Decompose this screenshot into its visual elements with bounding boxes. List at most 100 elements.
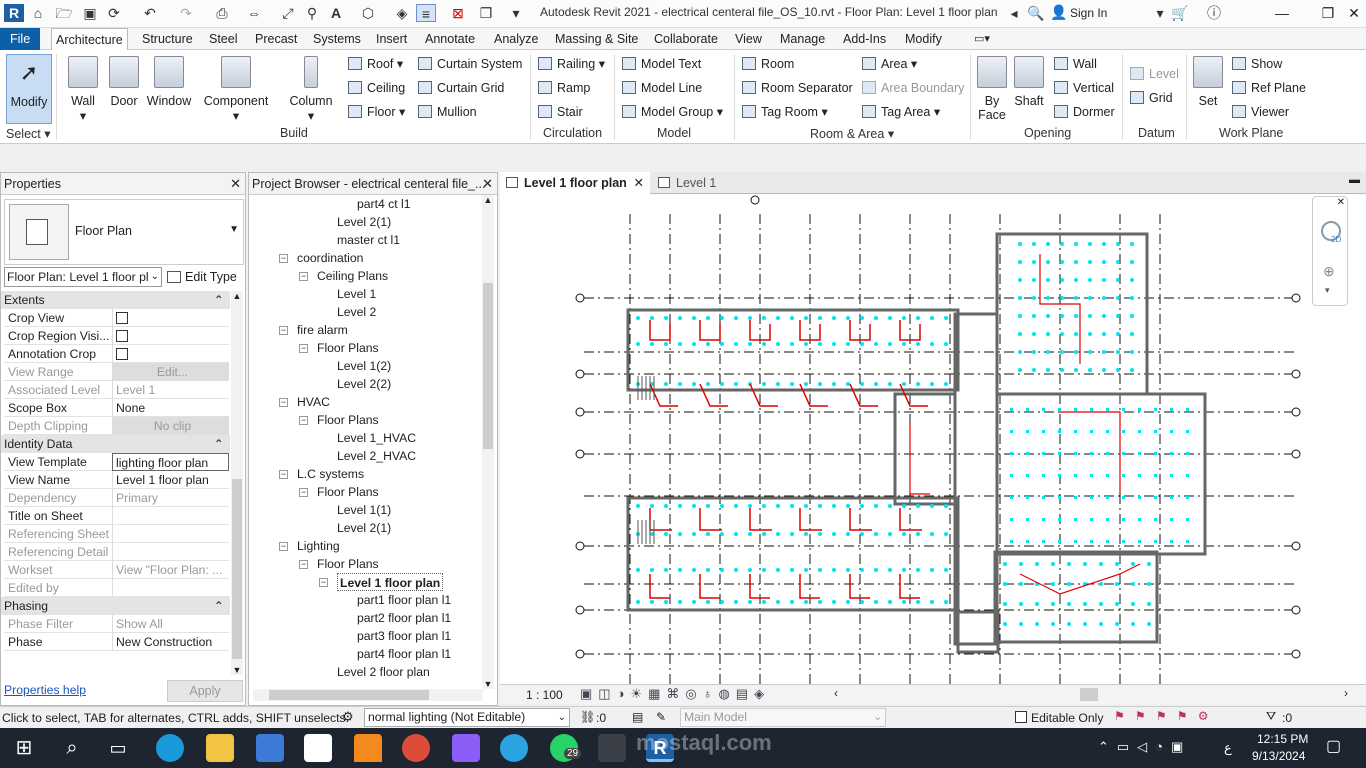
drawing-canvas[interactable]: ✕ 2D ⊕ ▾ [500, 194, 1366, 684]
tab-structure[interactable]: Structure [138, 28, 197, 50]
column-button[interactable]: Column ▾ [288, 54, 334, 123]
telegram-icon[interactable] [500, 734, 528, 762]
browser-item[interactable]: Level 2(1) [337, 519, 391, 537]
language-indicator[interactable]: ع [1224, 740, 1232, 756]
roof-button[interactable]: Roof ▾ [348, 54, 403, 74]
browser-hscrollbar[interactable] [253, 689, 483, 701]
ref-plane-button[interactable]: Ref Plane [1232, 78, 1306, 98]
chevron-right-icon[interactable]: › [1344, 686, 1348, 700]
browser-item[interactable]: Level 1 [337, 285, 376, 303]
close-hidden-icon[interactable]: ⊠ [448, 4, 468, 22]
windows-start-icon[interactable]: ⊞ [10, 734, 38, 762]
annotation-crop-checkbox[interactable] [116, 348, 128, 360]
scroll-up-icon[interactable]: ▲ [231, 291, 243, 301]
tag-icon[interactable]: ⚲ [302, 4, 322, 22]
browser-item[interactable]: Floor Plans [317, 339, 379, 357]
select-panel-label[interactable]: Select ▾ [6, 126, 51, 141]
area-boundary-button[interactable]: Area Boundary [862, 78, 964, 98]
tab-annotate[interactable]: Annotate [421, 28, 479, 50]
switch-windows-icon[interactable]: ❐ [476, 4, 496, 22]
type-selector[interactable]: Floor Plan ▼ [4, 199, 244, 265]
ramp-button[interactable]: Ramp [538, 78, 590, 98]
collapse-toggle-icon[interactable]: − [299, 560, 308, 569]
save-icon[interactable]: ▣ [80, 4, 100, 22]
browser-scrollbar[interactable]: ▲ ▼ [482, 195, 494, 689]
tray-icons[interactable]: ⌃▭◁◔▣ [1098, 739, 1191, 755]
design-options-icon[interactable]: ▤ [632, 710, 644, 724]
undo-icon[interactable]: ↶ [140, 4, 160, 22]
curtain-grid-button[interactable]: Curtain Grid [418, 78, 504, 98]
title-on-sheet-field[interactable] [112, 507, 229, 525]
view-tab-level-1[interactable]: Level 1 [652, 172, 772, 194]
editable-icon[interactable]: ⛓ [580, 710, 595, 724]
customize-qat-icon[interactable]: ▾ [506, 4, 526, 22]
ribbon-toggle-icon[interactable]: ▭▾ [970, 28, 994, 50]
browser-item[interactable]: Level 1_HVAC [337, 429, 416, 447]
open-icon[interactable]: 🗁 [54, 4, 74, 22]
browser-item[interactable]: part4 floor plan l1 [357, 645, 451, 663]
tab-view[interactable]: View [731, 28, 766, 50]
search-icon[interactable]: ⌕ [58, 734, 86, 762]
viewer-button[interactable]: Viewer [1232, 102, 1289, 122]
3d-view-icon[interactable]: ⬡ [358, 4, 378, 22]
ceiling-button[interactable]: Ceiling [348, 78, 405, 98]
sign-in-link[interactable]: Sign In [1070, 6, 1107, 20]
browser-item[interactable]: Floor Plans [317, 555, 379, 573]
mullion-button[interactable]: Mullion [418, 102, 477, 122]
railing-button[interactable]: Railing ▾ [538, 54, 605, 74]
prop-value[interactable]: None [112, 399, 229, 417]
browser-item[interactable]: Level 2 [337, 303, 376, 321]
view-scale[interactable]: 1 : 100 [526, 688, 563, 702]
floor-plan-drawing[interactable] [500, 194, 1366, 684]
floor-button[interactable]: Floor ▾ [348, 102, 405, 122]
measure-icon[interactable]: ⇔ [244, 4, 264, 22]
file-explorer-icon[interactable] [206, 734, 234, 762]
collapse-toggle-icon[interactable]: − [279, 326, 288, 335]
browser-item[interactable]: coordination [297, 249, 363, 267]
group-identity[interactable]: Identity Data ⌃ [1, 435, 230, 453]
phase-field[interactable]: New Construction [112, 633, 229, 651]
close-button[interactable]: ✕ [1342, 3, 1366, 23]
collapse-toggle-icon[interactable]: − [279, 398, 288, 407]
collapse-toggle-icon[interactable]: − [299, 272, 308, 281]
tab-add-ins[interactable]: Add-Ins [839, 28, 890, 50]
chrome-icon[interactable] [402, 734, 430, 762]
depth-clipping-button[interactable]: No clip [112, 417, 229, 435]
wall-opening-button[interactable]: Wall [1054, 54, 1097, 74]
view-name-field[interactable]: Level 1 floor plan [112, 471, 229, 489]
zoom-icon[interactable]: ⊕ [1323, 263, 1335, 280]
tab-steel[interactable]: Steel [205, 28, 242, 50]
minimize-button[interactable]: — [1270, 3, 1294, 23]
browser-item[interactable]: part1 floor plan l1 [357, 591, 451, 609]
apply-button[interactable]: Apply [167, 680, 243, 702]
text-icon[interactable]: A [326, 4, 346, 22]
edit-design-icon[interactable]: ✎ [656, 710, 666, 724]
vertical-opening-button[interactable]: Vertical [1054, 78, 1114, 98]
close-icon[interactable]: ✕ [230, 173, 241, 195]
level-button[interactable]: Level [1130, 64, 1179, 84]
model-group-button[interactable]: Model Group ▾ [622, 102, 723, 122]
scroll-up-icon[interactable]: ▲ [482, 195, 494, 205]
collapse-toggle-icon[interactable]: − [299, 488, 308, 497]
by-face-button[interactable]: By Face [976, 54, 1008, 122]
crop-region-checkbox[interactable] [116, 330, 128, 342]
store-icon[interactable] [256, 734, 284, 762]
chevron-down-icon[interactable]: ▾ [1325, 285, 1330, 296]
component-button[interactable]: Component ▾ [203, 54, 269, 123]
clock-time[interactable]: 12:15 PM [1257, 732, 1308, 746]
browser-item[interactable]: Floor Plans [317, 483, 379, 501]
browser-item[interactable]: Ceiling Plans [317, 267, 388, 285]
modify-button[interactable]: ➚ Modify [6, 54, 52, 124]
collapse-toggle-icon[interactable]: − [279, 542, 288, 551]
scrollbar-thumb[interactable] [232, 479, 242, 659]
door-button[interactable]: Door [108, 54, 140, 108]
browser-item[interactable]: Lighting [297, 537, 340, 555]
editable-only-checkbox[interactable] [1015, 711, 1027, 723]
model-line-button[interactable]: Model Line [622, 78, 702, 98]
stair-button[interactable]: Stair [538, 102, 583, 122]
browser-item[interactable]: Level 2(2) [337, 375, 391, 393]
collapse-toggle-icon[interactable]: − [299, 344, 308, 353]
area-button[interactable]: Area ▾ [862, 54, 917, 74]
model-text-button[interactable]: Model Text [622, 54, 701, 74]
design-option-dropdown[interactable]: Main Model ⌄ [680, 708, 886, 727]
